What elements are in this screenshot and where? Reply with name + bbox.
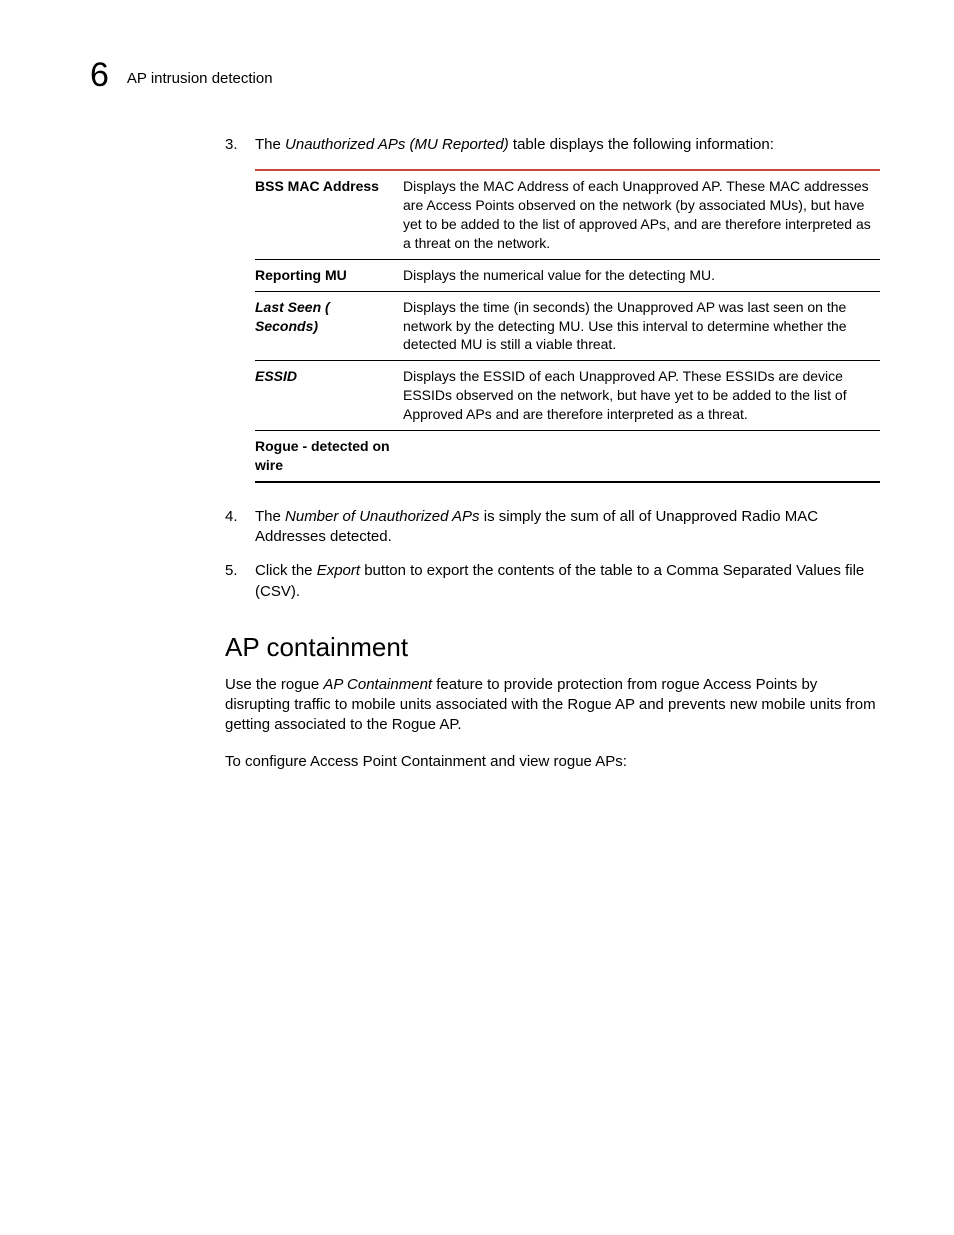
p1-pre: Use the rogue [225,676,323,693]
chapter-number: 6 [90,56,109,95]
step-list-a: 3. The Unauthorized APs (MU Reported) ta… [225,135,880,155]
step-text-italic: Export [317,562,360,579]
desc-cell: Displays the ESSID of each Unapproved AP… [403,361,880,431]
term-cell: ESSID [255,361,403,431]
p1-italic: AP Containment [323,676,432,693]
step-5: 5. Click the Export button to export the… [225,561,880,602]
step-text-post: table displays the following information… [509,136,774,153]
step-3: 3. The Unauthorized APs (MU Reported) ta… [225,135,880,155]
step-text-italic: Number of Unauthorized APs [285,508,480,525]
term-cell: Reporting MU [255,259,403,291]
section-paragraph-1: Use the rogue AP Containment feature to … [225,675,880,736]
desc-cell: Displays the MAC Address of each Unappro… [403,170,880,259]
desc-cell: Displays the numerical value for the det… [403,259,880,291]
section-paragraph-2: To configure Access Point Containment an… [225,752,880,772]
step-number: 4. [225,507,238,527]
step-text-pre: The [255,508,285,525]
term-cell: BSS MAC Address [255,170,403,259]
page: 6 AP intrusion detection 3. The Unauthor… [0,0,954,1235]
header-title: AP intrusion detection [127,70,273,87]
table-row: BSS MAC AddressDisplays the MAC Address … [255,170,880,259]
step-text-pre: Click the [255,562,317,579]
term-cell: Last Seen ( Seconds) [255,291,403,361]
definition-table: BSS MAC AddressDisplays the MAC Address … [255,169,880,483]
section-heading: AP containment [225,632,880,663]
table-row: Reporting MUDisplays the numerical value… [255,259,880,291]
table-row: Last Seen ( Seconds)Displays the time (i… [255,291,880,361]
content-area: 3. The Unauthorized APs (MU Reported) ta… [225,135,880,788]
desc-cell: Displays the time (in seconds) the Unapp… [403,291,880,361]
step-text-pre: The [255,136,285,153]
desc-cell [403,431,880,482]
step-text-italic: Unauthorized APs (MU Reported) [285,136,509,153]
step-number: 3. [225,135,238,155]
page-header: 6 AP intrusion detection [90,56,884,95]
step-4: 4. The Number of Unauthorized APs is sim… [225,507,880,548]
term-cell: Rogue - detected on wire [255,431,403,482]
step-number: 5. [225,561,238,581]
table-row: ESSIDDisplays the ESSID of each Unapprov… [255,361,880,431]
step-list-b: 4. The Number of Unauthorized APs is sim… [225,507,880,602]
table-row: Rogue - detected on wire [255,431,880,482]
